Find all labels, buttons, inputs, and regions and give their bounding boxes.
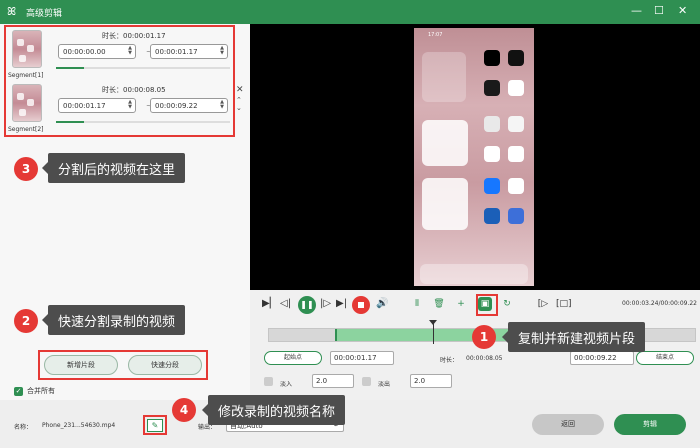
edit-button[interactable]: 剪辑 [614,414,686,435]
rabbit-logo-icon: ꕤ [7,5,17,18]
stop-button[interactable] [352,296,370,314]
name-label: 名称： [14,424,33,431]
callout-number-3: 3 [14,157,38,181]
volume-icon[interactable]: 🔊 [376,298,388,309]
close-icon[interactable]: ✕ [678,5,687,17]
new-clip-button[interactable]: 新增片段 [44,355,118,375]
callout-3: 分割后的视频在这里 [41,153,186,183]
refresh-icon[interactable]: ↻ [500,297,514,311]
mark-in-icon[interactable]: [▷ [536,297,550,311]
edit-name-highlight [143,415,167,435]
delete-icon[interactable]: 🗑 [432,297,446,311]
start-time-input[interactable]: 00:00:01.17 [330,351,394,365]
segment-delete-icon[interactable]: ✕ [236,85,244,95]
duration-value: 00:00:08.05 [466,355,503,362]
step-back-icon[interactable]: ▶▏ [262,298,277,309]
back-button[interactable]: 返回 [532,414,604,435]
quick-split-button[interactable]: 快速分段 [128,355,202,375]
window-title: 高级剪辑 [26,9,63,19]
callout-number-4: 4 [172,398,196,422]
callout-number-2: 2 [14,309,38,333]
scroll-arrows-icon[interactable]: ⌃ ⌄ [236,96,242,112]
minimize-icon[interactable]: — [631,5,642,17]
callout-4: 修改录制的视频名称 [201,395,346,425]
segments-highlight [4,25,235,137]
duration-label: 时长： [440,357,459,364]
fade-out-label: 淡出 [378,381,391,388]
video-preview: 17:07 [250,24,700,290]
merge-all-label: 合并所有 [27,387,55,395]
fade-out-input[interactable]: 2.0 [410,374,452,388]
timecode: 00:00:03.24/00:00:09.22 [622,300,697,307]
callout-1: 复制并新建视频片段 [501,322,646,352]
checkmark-icon: ✓ [14,386,23,396]
end-point-button[interactable]: 结束点 [636,351,694,365]
pause-button[interactable]: ❚❚ [298,296,316,314]
title-bar: ꕤ 高级剪辑 — ☐ ✕ [0,0,700,24]
phone-dock [420,264,528,284]
previous-frame-icon[interactable]: ◁| [280,298,291,309]
fade-in-label: 淡入 [280,381,293,388]
fade-out-checkbox[interactable] [362,377,371,386]
add-icon[interactable]: + [454,297,468,311]
file-name: Phone_231...54630.mp4 [42,422,116,429]
phone-clock: 17:07 [428,32,443,38]
playhead[interactable] [429,320,437,344]
start-point-button[interactable]: 起始点 [264,351,322,365]
split-icon[interactable]: ⫴ [410,297,424,311]
maximize-icon[interactable]: ☐ [654,5,664,17]
phone-screen-frame: 17:07 [414,28,534,286]
fade-in-checkbox[interactable] [264,377,273,386]
merge-all-checkbox[interactable]: ✓ 合并所有 [14,386,55,396]
end-time-input[interactable]: 00:00:09.22 [570,351,634,365]
callout-2: 快速分割录制的视频 [41,305,186,335]
fade-in-input[interactable]: 2.0 [312,374,354,388]
next-frame-icon[interactable]: |▷ [320,298,331,309]
callout-number-1: 1 [472,325,496,349]
step-forward-icon[interactable]: ▶| [336,298,347,309]
mark-out-icon[interactable]: [□] [556,297,572,311]
copy-button-highlight [476,294,498,316]
